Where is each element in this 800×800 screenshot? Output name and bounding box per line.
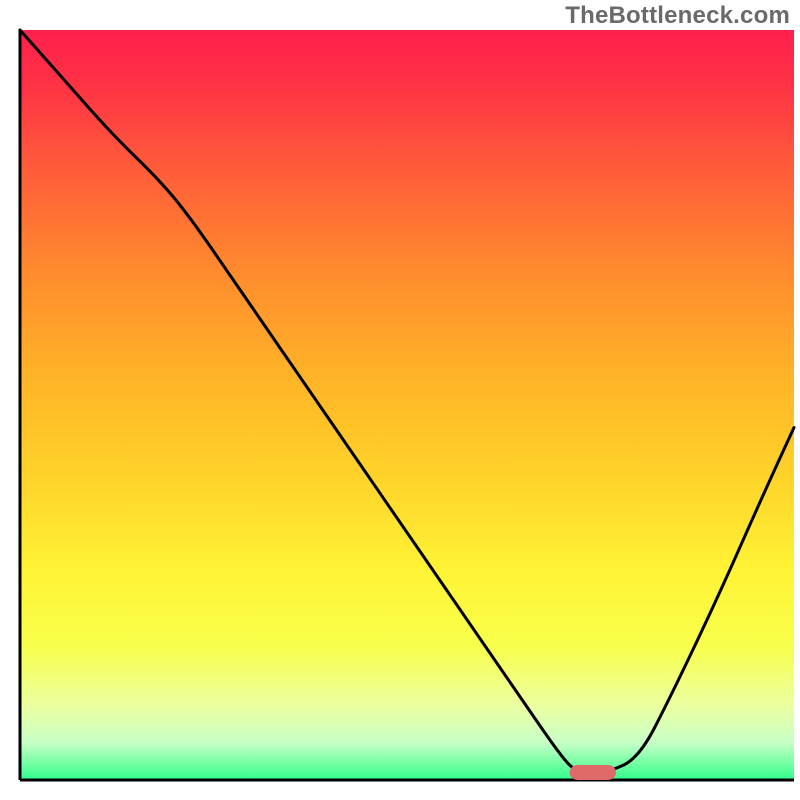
- gradient-background: [20, 30, 794, 780]
- optimum-marker: [570, 765, 616, 780]
- bottleneck-chart: [0, 0, 800, 800]
